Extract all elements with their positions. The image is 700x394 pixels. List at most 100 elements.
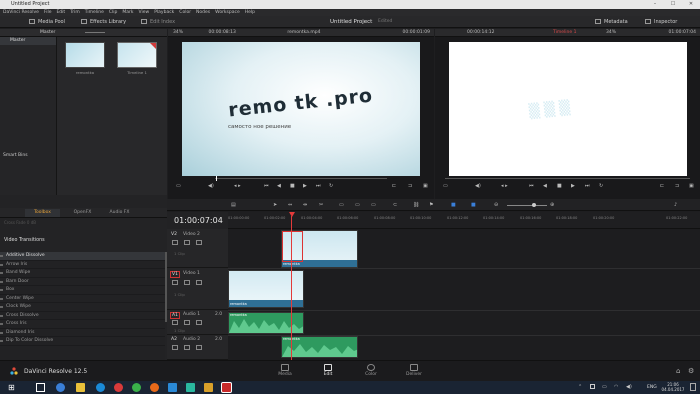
minimize-button[interactable]: – (646, 0, 664, 9)
timeline-stop-icon[interactable]: ■ (557, 183, 562, 189)
source-stop-icon[interactable]: ■ (290, 183, 295, 189)
davinci-taskbar-icon[interactable] (222, 383, 231, 392)
menu-workspace[interactable]: Workspace (215, 10, 240, 15)
track-solo-icon[interactable] (184, 345, 190, 350)
menu-playback[interactable]: Playback (154, 10, 174, 15)
track-visibility-icon[interactable] (184, 240, 190, 245)
clock-date[interactable]: 04.04.2017 (659, 387, 687, 392)
menu-file[interactable]: File (44, 10, 52, 15)
timeline-mark-out-icon[interactable]: ⊐ (675, 183, 679, 189)
metadata-button[interactable]: Metadata (595, 18, 628, 26)
transition-clock-wipe[interactable]: Clock Wipe (0, 303, 165, 312)
timeline-viewer-name[interactable]: Timeline 1 (553, 29, 576, 37)
source-mark-in-icon[interactable]: ⊏ (392, 183, 396, 189)
video-clip-v1[interactable]: remontka (228, 270, 304, 308)
task-view-icon[interactable] (36, 383, 45, 392)
audio-clip-a1[interactable]: remontka (228, 312, 304, 334)
track-clip-icon[interactable] (196, 240, 202, 245)
flag-color-icon[interactable]: ■ (451, 202, 456, 208)
track-header-v1[interactable]: V1 Video 1 1 Clip (167, 268, 228, 310)
timeline-play-icon[interactable]: ▶ (571, 183, 575, 189)
playhead-handle[interactable] (289, 212, 295, 217)
media-pool-button[interactable]: Media Pool (29, 18, 65, 26)
cross-fade-item[interactable]: Cross Fade 0 dB (4, 220, 36, 225)
track-mute-icon[interactable] (196, 320, 202, 325)
file-explorer-icon[interactable] (76, 383, 85, 392)
menu-edit[interactable]: Edit (56, 10, 65, 15)
transition-cross-dissolve[interactable]: Cross Dissolve (0, 312, 165, 320)
edit-index-button[interactable]: Edit Index (141, 18, 175, 26)
track-mute-icon[interactable] (196, 345, 202, 350)
transition-diamond-iris[interactable]: Diamond Iris (0, 329, 165, 337)
transition-band-wipe[interactable]: Band Wipe (0, 269, 165, 278)
notifications-icon[interactable] (690, 383, 696, 391)
source-video-frame[interactable]: remo tk .pro самосто ное решение (182, 42, 420, 176)
track-visibility-icon[interactable] (184, 280, 190, 285)
track-header-a1[interactable]: A1 Audio 1 2.0 1 Clip (167, 310, 228, 335)
opera-browser-icon[interactable] (114, 383, 123, 392)
menu-help[interactable]: Help (245, 10, 255, 15)
track-solo-icon[interactable] (184, 320, 190, 325)
zoom-slider[interactable] (507, 205, 547, 206)
menu-clip[interactable]: Clip (109, 10, 118, 15)
tab-toolbox[interactable]: Toolbox (25, 209, 60, 217)
timeline-scrubber[interactable] (445, 178, 690, 179)
source-reverse-icon[interactable]: ◀ (277, 183, 281, 189)
effects-library-button[interactable]: Effects Library (81, 18, 126, 26)
thumb-size-slider[interactable] (85, 32, 105, 33)
source-play-icon[interactable]: ▶ (303, 183, 307, 189)
timeline-ruler[interactable]: 01:00:00:00 01:00:04:00 01:00:08:00 01:0… (228, 212, 700, 229)
track-header-a2[interactable]: A2 Audio 2 2.0 (167, 335, 228, 360)
menu-timeline[interactable]: Timeline (85, 10, 104, 15)
timeline-jog-icon[interactable]: ◂ ▸ (501, 183, 508, 189)
timeline-viewer-zoom[interactable]: 34% (606, 29, 616, 37)
wifi-icon[interactable]: ◠ (614, 384, 618, 390)
track-lock-icon[interactable] (172, 280, 178, 285)
source-loop-icon[interactable]: ↻ (329, 183, 333, 189)
source-scrubber[interactable] (215, 178, 387, 179)
zoom-slider-handle[interactable] (532, 203, 536, 207)
audio-meter-icon[interactable]: ♪ (674, 202, 677, 208)
windows-start-icon[interactable]: ⊞ (8, 383, 15, 392)
inspector-button[interactable]: Inspector (645, 18, 677, 26)
audio-clip-a2[interactable]: remontka (281, 336, 358, 358)
page-edit-button[interactable]: Edit (305, 363, 351, 382)
page-deliver-button[interactable]: Deliver (399, 363, 429, 381)
tab-audiofx[interactable]: Audio FX (102, 209, 137, 217)
transition-box[interactable]: Box (0, 286, 165, 295)
zoom-out-icon[interactable]: ⊖ (494, 202, 498, 208)
menu-nodes[interactable]: Nodes (196, 10, 210, 15)
home-icon[interactable]: ⌂ (676, 367, 680, 375)
snapping-icon[interactable]: ⊂ (393, 202, 397, 208)
source-last-frame-icon[interactable]: ⏭ (316, 183, 321, 189)
source-view-options-icon[interactable]: ▭ (176, 183, 181, 189)
transition-barn-door[interactable]: Barn Door (0, 278, 165, 286)
track-lock-icon[interactable] (172, 345, 178, 350)
link-icon[interactable]: ⛓ (413, 202, 419, 208)
clip-thumbnail-remontka[interactable] (65, 42, 105, 68)
timeline-volume-icon[interactable]: ◀) (475, 183, 481, 189)
transition-marker[interactable] (282, 231, 303, 262)
menu-mark[interactable]: Mark (122, 10, 133, 15)
video-clip-v2[interactable]: remontka (281, 230, 358, 268)
timeline-loop-icon[interactable]: ↻ (599, 183, 603, 189)
menu-color[interactable]: Color (179, 10, 191, 15)
replace-clip-icon[interactable]: ▭ (371, 202, 376, 208)
app-icon[interactable] (204, 383, 213, 392)
app-icon[interactable] (186, 383, 195, 392)
transition-dip-to-color[interactable]: Dip To Color Dissolve (0, 337, 165, 346)
blade-tool-icon[interactable]: ✂ (319, 202, 323, 208)
transition-arrow-iris[interactable]: Arrow Iris (0, 261, 165, 269)
timeline-view-options-icon[interactable]: ▭ (443, 183, 448, 189)
track-clip-icon[interactable] (196, 280, 202, 285)
menu-view[interactable]: View (139, 10, 150, 15)
settings-gear-icon[interactable]: ⚙ (688, 367, 694, 375)
trim-tool-icon[interactable]: ⇔ (288, 202, 292, 208)
source-first-frame-icon[interactable]: ⏮ (264, 183, 269, 189)
firefox-browser-icon[interactable] (150, 383, 159, 392)
close-button[interactable]: ✕ (682, 0, 700, 9)
maximize-button[interactable]: ☐ (664, 0, 682, 9)
source-mark-out-icon[interactable]: ⊐ (408, 183, 412, 189)
dynamic-trim-icon[interactable]: ⇹ (303, 202, 307, 208)
timeline-reverse-icon[interactable]: ◀ (543, 183, 547, 189)
